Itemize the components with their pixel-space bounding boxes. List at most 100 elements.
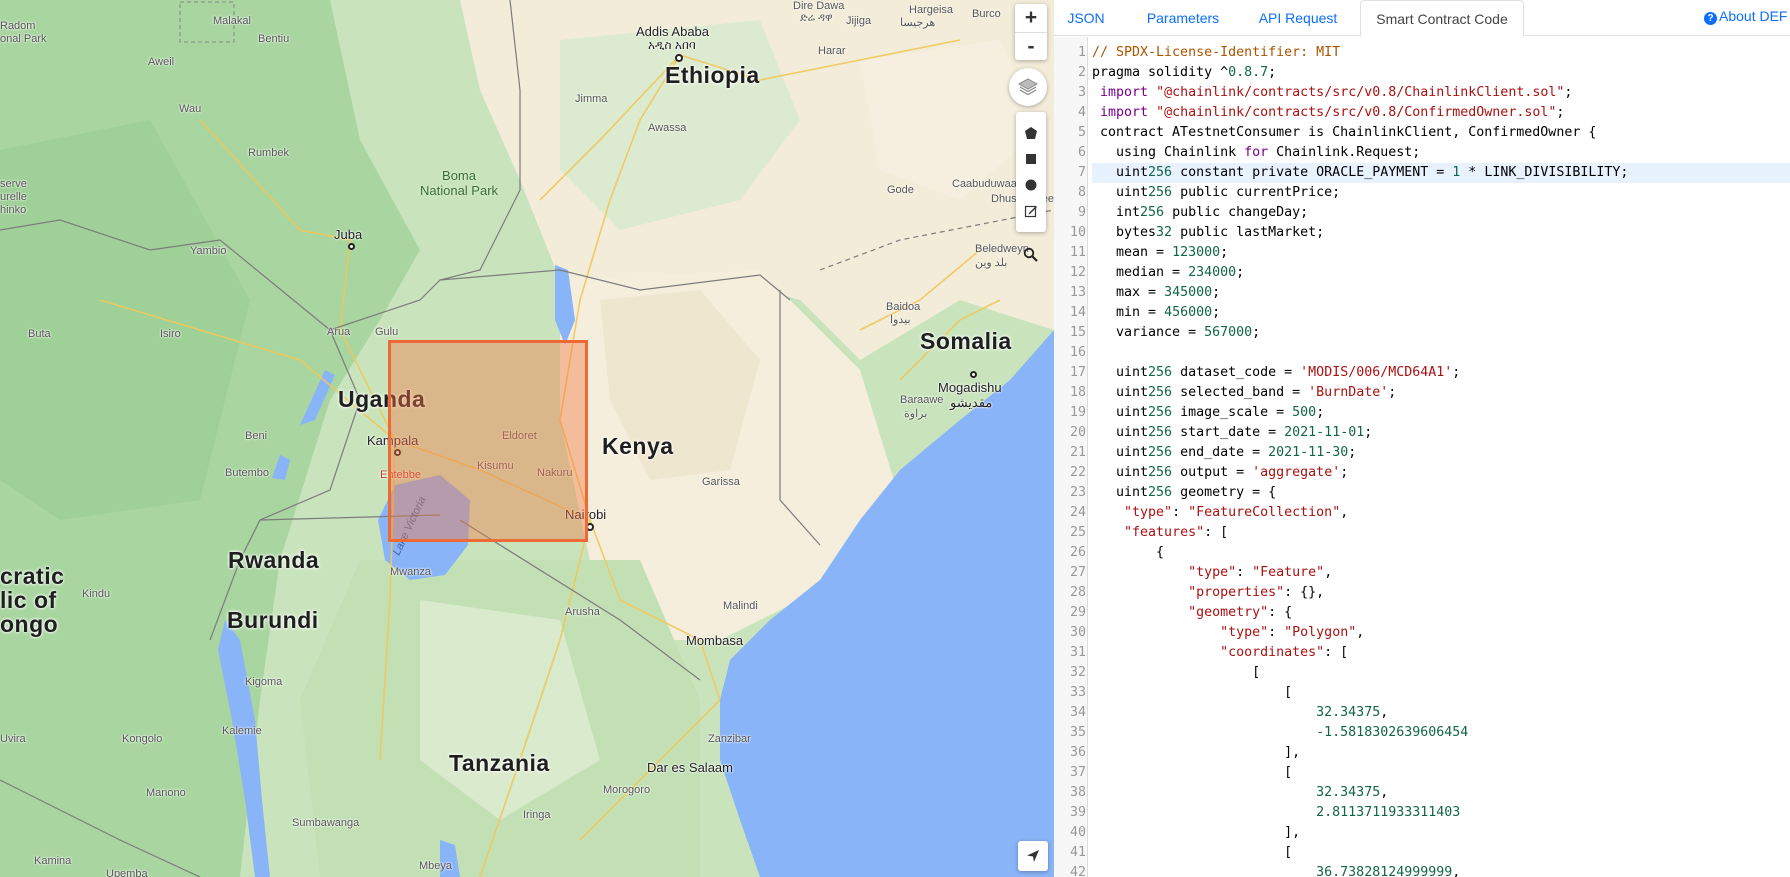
line-number: 34: [1069, 705, 1086, 720]
side-panel: JSON Parameters API Request Smart Contra…: [1054, 0, 1790, 877]
city-label: urelle: [0, 191, 27, 203]
city-label: ድሬ ዳዋ: [800, 12, 833, 24]
tab-bar: JSON Parameters API Request Smart Contra…: [1054, 0, 1790, 37]
city-label: Butembo: [225, 467, 270, 479]
code-line: "type": "Polygon",: [1220, 625, 1365, 640]
draw-circle-button[interactable]: [1016, 172, 1046, 198]
line-number: 19: [1069, 405, 1086, 420]
code-line: [: [1092, 765, 1293, 780]
code-line: pragma solidity ^0.8.7;: [1092, 65, 1277, 80]
city-label: Yambio: [190, 245, 227, 257]
code-line: bytes32 public lastMarket;: [1092, 225, 1325, 240]
code-line: "coordinates": [: [1220, 645, 1349, 660]
line-number: 25: [1069, 525, 1086, 540]
line-number-gutter: 1 2 3 4 5 6 7 8 9 10 11 12 13 14 15 16 17 18 19 20 21 22 23 24 2…: [1054, 37, 1088, 877]
map-view[interactable]: Ethiopia Uganda Kenya Somalia Rwanda Bur…: [0, 0, 1054, 877]
line-number: 40: [1069, 825, 1086, 840]
about-link[interactable]: ? About DEF: [1704, 0, 1787, 36]
map-search-button[interactable]: [1016, 240, 1046, 270]
city-label: Gulu: [375, 326, 399, 338]
city-label: Iringa: [523, 809, 551, 821]
country-label: Ethiopia: [665, 62, 760, 88]
city-label: Hargeisa: [909, 4, 954, 16]
navigation-arrow-icon: [1027, 850, 1039, 862]
city-label: አዲስ አበባ: [648, 38, 696, 52]
code-line: mean = 123000;: [1092, 245, 1229, 260]
line-number: 22: [1069, 465, 1086, 480]
code-line: [: [1092, 685, 1293, 700]
code-line: uint256 end_date = 2021-11-30;: [1092, 445, 1357, 460]
line-number: 11: [1069, 245, 1086, 260]
line-number: 27: [1069, 565, 1086, 580]
code-line: contract ATestnetConsumer is ChainlinkCl…: [1092, 125, 1597, 140]
line-number: 31: [1069, 645, 1086, 660]
code-line: 32.34375,: [1316, 705, 1389, 720]
tab-smart-contract-code[interactable]: Smart Contract Code: [1360, 0, 1524, 37]
code-line: uint256 public currentPrice;: [1092, 185, 1341, 200]
city-marker: [348, 243, 355, 250]
city-marker: [675, 54, 683, 62]
code-editor[interactable]: 1 2 3 4 5 6 7 8 9 10 11 12 13 14 15 16 17 18 19 20 21 22 23 24 2…: [1054, 37, 1790, 877]
locate-button[interactable]: [1018, 841, 1048, 871]
city-label: Wau: [179, 103, 202, 115]
line-number: 29: [1069, 605, 1086, 620]
draw-toolbar: [1016, 112, 1046, 232]
city-label: هرجيسا: [900, 17, 936, 29]
city-label: Arua: [327, 326, 351, 338]
code-line: import "@chainlink/contracts/src/v0.8/Ch…: [1100, 85, 1573, 100]
line-number: 17: [1069, 365, 1086, 380]
line-number: 42: [1069, 865, 1086, 877]
country-label: cratic: [0, 563, 65, 589]
code-line: import "@chainlink/contracts/src/v0.8/Co…: [1100, 105, 1565, 120]
city-label: Kongolo: [122, 733, 163, 745]
tab-api-request[interactable]: API Request: [1238, 0, 1358, 37]
code-line: using Chainlink for Chainlink.Request;: [1092, 145, 1421, 160]
city-label: Kamina: [34, 855, 72, 867]
city-label: Dire Dawa: [793, 0, 845, 12]
code-line: [: [1092, 665, 1261, 680]
line-number: 37: [1069, 765, 1086, 780]
city-label: Awassa: [648, 122, 687, 134]
code-line: variance = 567000;: [1092, 325, 1261, 340]
help-icon: ?: [1704, 12, 1717, 25]
code-line: "type": "FeatureCollection",: [1124, 505, 1349, 520]
park-label: Boma National Park: [420, 168, 498, 198]
city-label: Jimma: [575, 93, 608, 105]
code-line: {: [1092, 545, 1165, 560]
line-number: 9: [1077, 205, 1086, 220]
city-label: Mombasa: [686, 633, 744, 648]
line-number: 38: [1069, 785, 1086, 800]
city-label: Kindu: [82, 588, 111, 600]
line-number: 32: [1069, 665, 1086, 680]
city-label: Aweil: [148, 56, 175, 68]
city-label: Kigoma: [245, 676, 283, 688]
city-label: Gode: [887, 184, 914, 196]
selection-rectangle[interactable]: [388, 340, 588, 542]
code-line: // SPDX-License-Identifier: MIT: [1092, 45, 1341, 60]
edit-layers-button[interactable]: [1016, 198, 1046, 224]
edit-icon: [1024, 205, 1037, 218]
country-label: Kenya: [602, 433, 674, 459]
city-label: onal Park: [0, 33, 47, 45]
zoom-out-button[interactable]: -: [1015, 32, 1047, 60]
tab-json[interactable]: JSON: [1054, 0, 1118, 37]
city-marker: [970, 371, 977, 378]
city-label: Mogadishu: [938, 380, 1002, 395]
country-label: Rwanda: [228, 547, 320, 573]
code-line: ],: [1092, 745, 1301, 760]
city-label: Arusha: [565, 606, 600, 618]
city-label: Mbeya: [419, 860, 453, 872]
code-line: 32.34375,: [1316, 785, 1389, 800]
tab-parameters[interactable]: Parameters: [1130, 0, 1236, 37]
line-number: 7: [1077, 165, 1086, 180]
line-number: 15: [1069, 325, 1086, 340]
city-label: Upemba: [106, 868, 148, 877]
city-label: Malindi: [723, 600, 758, 612]
layers-button[interactable]: [1009, 68, 1047, 106]
draw-rectangle-button[interactable]: [1016, 146, 1046, 172]
draw-polygon-button[interactable]: [1016, 120, 1046, 146]
line-number: 1: [1077, 45, 1086, 60]
city-label: Burco: [972, 8, 1001, 20]
zoom-in-button[interactable]: +: [1015, 4, 1047, 32]
